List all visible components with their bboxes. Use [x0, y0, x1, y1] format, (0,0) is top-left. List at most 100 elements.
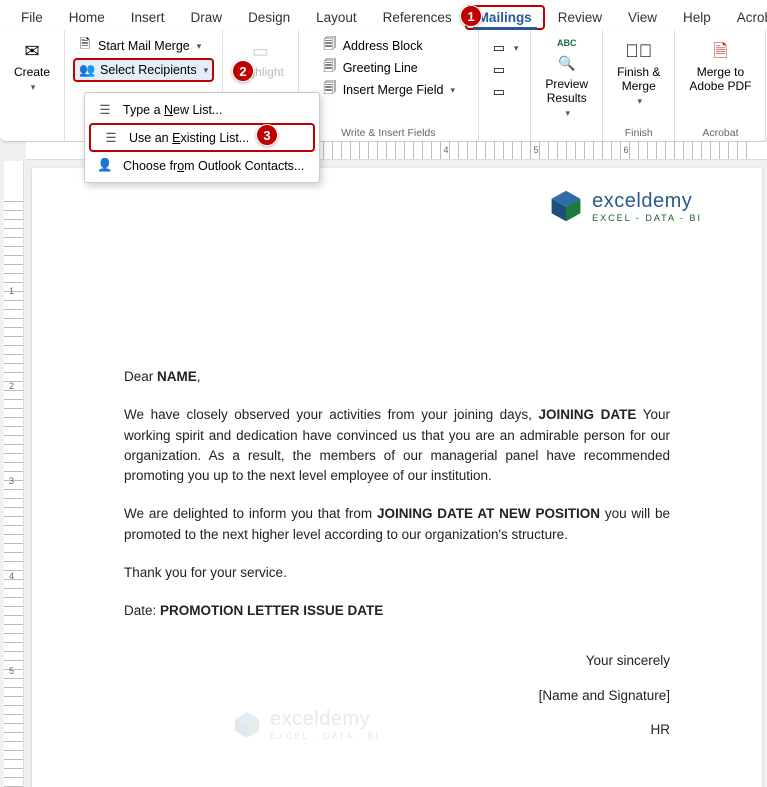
chevron-down-icon: ▾ — [450, 85, 455, 96]
greeting-line-label: Greeting Line — [343, 61, 418, 75]
address-block-label: Address Block — [343, 39, 423, 53]
address-block-icon: 🗐 — [322, 38, 338, 54]
tab-layout[interactable]: Layout — [303, 5, 370, 30]
salutation: Dear NAME, — [124, 367, 670, 387]
p2-text-a: We are delighted to inform you that from — [124, 506, 377, 521]
ruler-tick: 1 — [9, 286, 14, 296]
greeting-line-button[interactable]: 🗐 Greeting Line — [318, 58, 422, 78]
sig-hr: HR — [124, 720, 670, 740]
magnifier-icon: 🔍 — [553, 50, 581, 76]
callout-3: 3 — [256, 124, 278, 146]
group-preview: ABC 🔍 Preview Results ▾ — [531, 30, 603, 141]
envelope-icon: ✉ — [18, 38, 46, 64]
chevron-down-icon: ▾ — [204, 65, 209, 76]
tab-file[interactable]: File — [8, 5, 56, 30]
greeting-line-icon: 🗐 — [322, 60, 338, 76]
menu-outlook-contacts[interactable]: 👤 Choose from Outlook Contacts... — [85, 153, 319, 178]
create-button[interactable]: ✉ Create ▾ — [8, 34, 56, 96]
ruler-tick: 2 — [9, 381, 14, 391]
signature-block: Your sincerely [Name and Signature] HR — [124, 651, 670, 740]
chevron-down-icon: ▾ — [197, 41, 202, 52]
update-labels-button[interactable]: ▭ — [487, 82, 511, 102]
tab-acrobat[interactable]: Acrobat — [724, 5, 767, 30]
acrobat-group-label: Acrobat — [702, 125, 738, 139]
start-mail-merge-label: Start Mail Merge — [98, 39, 190, 53]
menu-use-existing-list[interactable]: ☰ Use an Existing List... — [89, 123, 315, 152]
tab-review[interactable]: Review — [545, 5, 615, 30]
chevron-down-icon: ▾ — [565, 108, 570, 118]
start-mail-merge-button[interactable]: 🗎 Start Mail Merge ▾ — [73, 36, 205, 56]
tab-draw[interactable]: Draw — [178, 5, 236, 30]
name-field: NAME — [157, 369, 197, 384]
document-page[interactable]: exceldemy EXCEL - DATA - BI Dear NAME, W… — [32, 168, 762, 787]
abc-icon: ABC — [557, 38, 577, 48]
select-recipients-button[interactable]: 👥 Select Recipients ▾ — [73, 58, 214, 82]
existing-list-icon: ☰ — [103, 130, 119, 145]
ribbon-tabs: File Home Insert Draw Design Layout Refe… — [0, 0, 767, 30]
menu-outlook-label: Choose from Outlook Contacts... — [123, 159, 304, 173]
brand-logo: exceldemy EXCEL - DATA - BI — [548, 188, 702, 224]
salutation-pre: Dear — [124, 369, 157, 384]
rules-button[interactable]: ▭▾ — [487, 38, 523, 58]
sig-name: [Name and Signature] — [124, 686, 670, 706]
ruler-tick: 6 — [623, 145, 628, 155]
date-label: Date: — [124, 603, 160, 618]
document-area: exceldemy EXCEL - DATA - BI Dear NAME, W… — [26, 162, 767, 787]
joining-date-field: JOINING DATE — [539, 407, 637, 422]
finish-group-label: Finish — [625, 125, 653, 139]
logo-name: exceldemy — [592, 190, 702, 213]
recipients-icon: 👥 — [79, 62, 95, 78]
write-group-label: Write & Insert Fields — [341, 125, 435, 139]
highlight-icon: ▭ — [246, 38, 274, 64]
create-label: Create — [14, 66, 50, 80]
callout-2: 2 — [232, 60, 254, 82]
preview-results-label: Preview Results — [545, 78, 588, 106]
outlook-icon: 👤 — [97, 158, 113, 173]
finish-merge-button[interactable]: ✓⃞ Finish & Merge ▾ — [611, 34, 666, 110]
insert-merge-field-button[interactable]: 🗐 Insert Merge Field ▾ — [318, 80, 459, 100]
tab-insert[interactable]: Insert — [118, 5, 178, 30]
select-recipients-menu: ☰ Type a New List... ☰ Use an Existing L… — [84, 92, 320, 183]
tab-home[interactable]: Home — [56, 5, 118, 30]
cube-icon — [548, 188, 584, 224]
chevron-down-icon: ▾ — [637, 96, 642, 106]
paragraph-2: We are delighted to inform you that from… — [124, 504, 670, 545]
menu-type-new-list[interactable]: ☰ Type a New List... — [85, 97, 319, 122]
ruler-tick: 4 — [9, 571, 14, 581]
match-icon: ▭ — [491, 62, 507, 78]
group-write-insert: 🗐 Address Block 🗐 Greeting Line 🗐 Insert… — [299, 30, 479, 141]
finish-merge-label: Finish & Merge — [617, 66, 660, 94]
tab-view[interactable]: View — [615, 5, 670, 30]
merge-pdf-label: Merge to Adobe PDF — [689, 66, 751, 94]
date-line: Date: PROMOTION LETTER ISSUE DATE — [124, 601, 670, 621]
ruler-tick: 4 — [443, 145, 448, 155]
ruler-tick: 3 — [9, 476, 14, 486]
chevron-down-icon: ▾ — [31, 82, 36, 92]
sig-sincerely: Your sincerely — [124, 651, 670, 671]
tab-design[interactable]: Design — [235, 5, 303, 30]
finish-icon: ✓⃞ — [625, 38, 653, 64]
thanks-line: Thank you for your service. — [124, 563, 670, 583]
vertical-ruler: 1 2 3 4 5 — [4, 161, 24, 787]
group-create: ✉ Create ▾ — [0, 30, 65, 141]
tab-help[interactable]: Help — [670, 5, 724, 30]
match-fields-button[interactable]: ▭ — [487, 60, 511, 80]
group-acrobat: 🗎 Merge to Adobe PDF Acrobat — [675, 30, 766, 141]
group-finish: ✓⃞ Finish & Merge ▾ Finish — [603, 30, 675, 141]
document-body: Dear NAME, We have closely observed your… — [124, 367, 670, 740]
address-block-button[interactable]: 🗐 Address Block — [318, 36, 427, 56]
mail-merge-icon: 🗎 — [77, 38, 93, 54]
new-position-date-field: JOINING DATE AT NEW POSITION — [377, 506, 600, 521]
select-recipients-label: Select Recipients — [100, 63, 197, 77]
issue-date-field: PROMOTION LETTER ISSUE DATE — [160, 603, 383, 618]
ruler-tick: 5 — [9, 666, 14, 676]
paragraph-1: We have closely observed your activities… — [124, 405, 670, 486]
preview-results-button[interactable]: ABC 🔍 Preview Results ▾ — [539, 34, 594, 122]
salutation-post: , — [197, 369, 201, 384]
callout-1: 1 — [460, 5, 482, 27]
merge-pdf-button[interactable]: 🗎 Merge to Adobe PDF — [683, 34, 757, 98]
menu-type-new-label: Type a New List... — [123, 103, 222, 117]
rules-icon: ▭ — [491, 40, 507, 56]
tab-references[interactable]: References — [370, 5, 465, 30]
merge-field-icon: 🗐 — [322, 82, 338, 98]
